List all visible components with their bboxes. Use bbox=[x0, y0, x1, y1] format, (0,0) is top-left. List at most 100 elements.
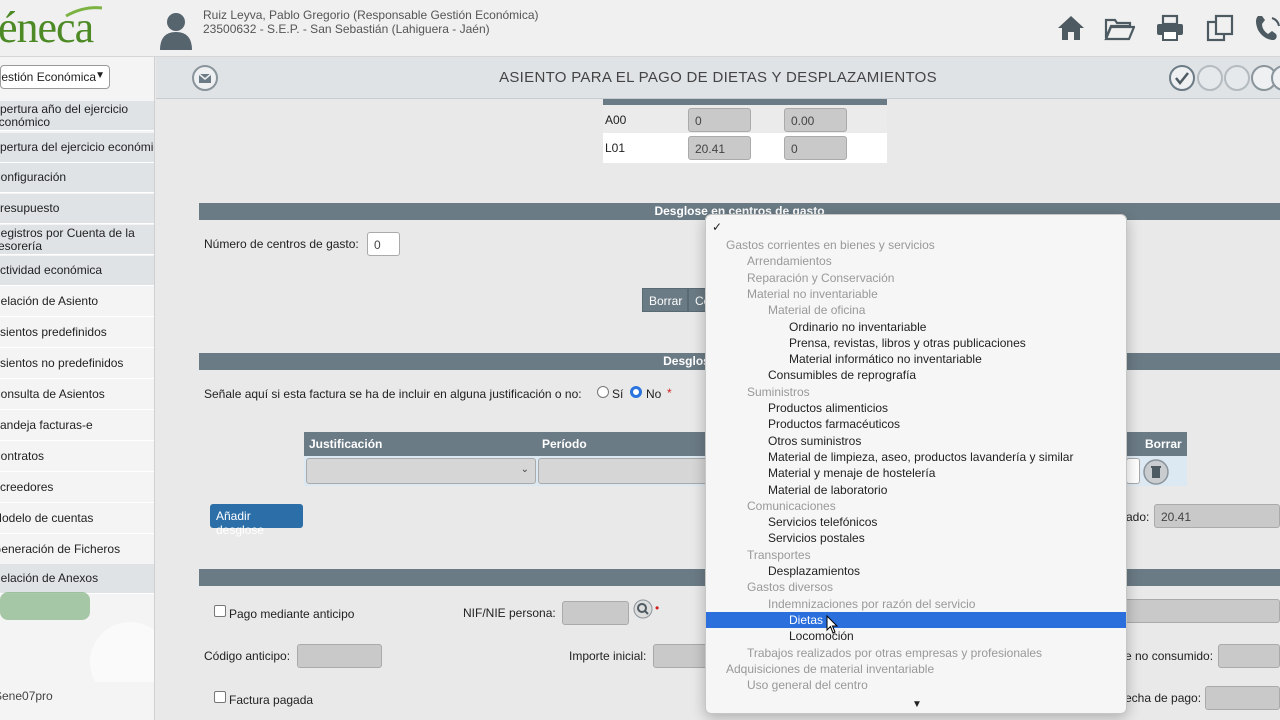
sidebar-item-label: Configuración bbox=[0, 170, 67, 184]
sidebar-decoration bbox=[0, 592, 154, 682]
justification-no-radio[interactable] bbox=[630, 386, 642, 398]
sidebar-item-label: Relación de Anexos bbox=[0, 571, 99, 585]
total-field[interactable]: 20.41 bbox=[1154, 504, 1280, 528]
sidebar-item-label: Asientos predefinidos bbox=[0, 325, 107, 339]
dropdown-option[interactable]: Material de limpieza, aseo, productos la… bbox=[706, 449, 1126, 465]
copy-windows-icon[interactable] bbox=[1204, 12, 1236, 44]
cost-centers-count-label: Número de centros de gasto: bbox=[204, 237, 359, 251]
attach-document-icon[interactable] bbox=[1224, 65, 1250, 91]
advance-payment-checkbox[interactable] bbox=[214, 605, 226, 617]
sidebar-item-label: Tesorería bbox=[0, 238, 43, 253]
person-name-field[interactable] bbox=[1121, 599, 1280, 623]
account-value-field[interactable]: 0.00 bbox=[784, 108, 847, 132]
advance-payment-label: Pago mediante anticipo bbox=[229, 607, 355, 621]
sidebar-item-label: Apertura del ejercicio económico bbox=[0, 140, 154, 154]
dropdown-option[interactable]: Productos alimenticios bbox=[706, 400, 1126, 416]
sidebar-item-label: económico bbox=[0, 114, 51, 129]
justification-select[interactable]: ⌄ bbox=[306, 458, 536, 484]
initial-amount-input[interactable] bbox=[653, 644, 713, 668]
sidebar-item[interactable]: Presupuesto bbox=[0, 194, 154, 224]
sidebar-item[interactable]: Asientos predefinidos bbox=[0, 318, 154, 348]
search-icon[interactable] bbox=[633, 599, 653, 619]
dropdown-option[interactable]: Otros suministros bbox=[706, 433, 1126, 449]
dropdown-option[interactable]: Material informático no inventariable bbox=[706, 351, 1126, 367]
sidebar-item[interactable]: Apertura año del ejercicioeconómico bbox=[0, 101, 154, 131]
dropdown-option[interactable]: Servicios postales bbox=[706, 530, 1126, 546]
sidebar-item[interactable]: Modelo de cuentas bbox=[0, 504, 154, 534]
sidebar-item[interactable]: Apertura del ejercicio económico bbox=[0, 133, 154, 163]
dropdown-option[interactable]: Consumibles de reprografía bbox=[706, 367, 1126, 383]
payment-date-input[interactable] bbox=[1205, 686, 1280, 710]
sidebar-item-label: Relación de Asiento bbox=[0, 294, 99, 308]
printer-icon[interactable] bbox=[1154, 12, 1186, 44]
dropdown-group-label: Arrendamientos bbox=[747, 254, 832, 269]
account-value-field[interactable]: 20.41 bbox=[688, 136, 751, 160]
account-value-field[interactable]: 0 bbox=[688, 108, 751, 132]
required-asterisk: * bbox=[667, 386, 672, 400]
justification-yes-label: Sí bbox=[612, 387, 624, 401]
sidebar-item[interactable]: Asientos no predefinidos bbox=[0, 349, 154, 379]
folder-open-icon[interactable] bbox=[1103, 12, 1135, 44]
dropdown-option[interactable]: Productos farmacéuticos bbox=[706, 416, 1126, 432]
scroll-down-arrow-icon[interactable]: ▼ bbox=[912, 699, 922, 710]
sidebar-item[interactable]: Generación de Ficheros bbox=[0, 535, 154, 565]
dropdown-option[interactable]: Desplazamientos bbox=[706, 563, 1126, 579]
phone-call-icon[interactable] bbox=[1252, 12, 1280, 44]
sidebar-item-label: Bandeja facturas-e bbox=[0, 418, 93, 432]
dropdown-group-label: Comunicaciones bbox=[747, 498, 836, 513]
dropdown-group-label: Material de oficina bbox=[768, 303, 866, 318]
dropdown-option[interactable]: Material y menaje de hostelería bbox=[706, 465, 1126, 481]
justification-yes-radio[interactable] bbox=[597, 386, 609, 398]
dropdown-option[interactable]: Ordinario no inventariable bbox=[706, 319, 1126, 335]
trash-icon[interactable] bbox=[1143, 459, 1169, 485]
dropdown-group-label: Reparación y Conservación bbox=[747, 270, 895, 285]
checkmark-icon: ✓ bbox=[712, 220, 723, 234]
sidebar-item[interactable]: Contratos bbox=[0, 442, 154, 472]
invoice-paid-checkbox[interactable] bbox=[214, 691, 226, 703]
dropdown-group-label: Transportes bbox=[747, 547, 811, 562]
account-value-field[interactable]: 0 bbox=[784, 136, 847, 160]
module-select[interactable]: Gestión Económica ▼ bbox=[0, 65, 110, 89]
sidebar-item[interactable]: Acreedores bbox=[0, 473, 154, 503]
sidebar-item-label: Consulta de Asientos bbox=[0, 387, 105, 401]
col-borrar: Borrar bbox=[1145, 437, 1182, 451]
module-select-value: Gestión Económica bbox=[0, 70, 97, 84]
sidebar-item[interactable]: Registros por Cuenta de laTesorería bbox=[0, 225, 154, 255]
dropdown-option[interactable]: Dietas bbox=[706, 611, 1126, 628]
logo-leaf-icon bbox=[65, 6, 103, 18]
dropdown-group-label: Indemnizaciones por razón del servicio bbox=[768, 596, 976, 611]
dropdown-group-label: Material no inventariable bbox=[747, 286, 878, 301]
sidebar-item-label: Registros por Cuenta de la bbox=[0, 225, 135, 240]
sidebar-item[interactable]: Relación de Anexos bbox=[0, 564, 154, 594]
chevron-down-icon: ▼ bbox=[95, 70, 105, 81]
dropdown-option[interactable]: Material de laboratorio bbox=[706, 482, 1126, 498]
invoice-paid-label: Factura pagada bbox=[229, 693, 314, 707]
sidebar-item[interactable]: Actividad económica bbox=[0, 256, 154, 286]
cost-centers-count-input[interactable]: 0 bbox=[367, 232, 400, 256]
expense-category-dropdown[interactable]: ✓ Gastos corrientes en bienes y servicio… bbox=[705, 214, 1127, 714]
user-center: 23500632 - S.E.P. - San Sebastián (Lahig… bbox=[203, 22, 490, 36]
dropdown-option[interactable]: Prensa, revistas, libros y otras publica… bbox=[706, 335, 1126, 351]
advance-code-label: Código anticipo: bbox=[204, 649, 291, 663]
dropdown-group-label: Trabajos realizados por otras empresas y… bbox=[747, 645, 1043, 660]
advance-code-input[interactable] bbox=[297, 644, 382, 668]
nif-input[interactable] bbox=[562, 601, 629, 625]
home-icon[interactable] bbox=[1055, 12, 1087, 44]
sidebar-item[interactable]: Bandeja facturas-e bbox=[0, 411, 154, 441]
add-document-icon[interactable] bbox=[1197, 65, 1223, 91]
sidebar-item[interactable]: Relación de Asiento bbox=[0, 287, 154, 317]
add-breakdown-button[interactable]: Añadir desglose bbox=[210, 504, 303, 537]
sidebar-item[interactable]: Consulta de Asientos bbox=[0, 380, 154, 410]
sidebar-item[interactable]: Configuración bbox=[0, 163, 154, 193]
period-select[interactable] bbox=[538, 458, 708, 484]
account-code: L01 bbox=[605, 141, 626, 155]
dropdown-option[interactable]: Servicios telefónicos bbox=[706, 514, 1126, 530]
accept-check-icon[interactable] bbox=[1169, 65, 1195, 91]
dropdown-option[interactable]: Locomoción bbox=[706, 628, 1126, 644]
unused-amount-input[interactable] bbox=[1218, 644, 1280, 668]
top-header: éneca Ruiz Leyva, Pablo Gregorio (Respon… bbox=[0, 0, 1280, 57]
justification-amount-input[interactable] bbox=[1126, 458, 1140, 484]
dropdown-group-label: Suministros bbox=[747, 384, 810, 399]
sidebar-item-label: Modelo de cuentas bbox=[0, 511, 94, 525]
sidebar: Gestión Económica ▼ Apertura año del eje… bbox=[0, 57, 155, 720]
